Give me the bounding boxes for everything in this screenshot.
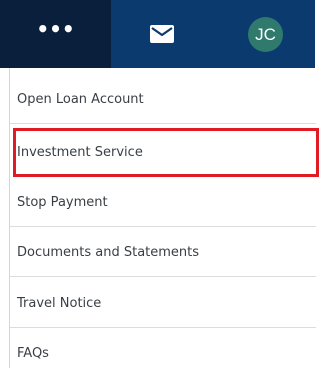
more-menu-dropdown: Open Loan Account Investment Service Sto…	[9, 68, 319, 368]
menu-item-open-loan-account[interactable]: Open Loan Account	[10, 75, 316, 124]
menu-item-stop-payment[interactable]: Stop Payment	[10, 178, 316, 227]
more-dots-icon: •••	[36, 17, 75, 41]
app-screen: ••• JC Open Loan Account Investment Serv…	[0, 0, 319, 368]
menu-item-faqs[interactable]: FAQs	[10, 329, 316, 368]
mail-button[interactable]	[148, 20, 176, 48]
user-avatar[interactable]: JC	[248, 17, 283, 52]
mail-icon	[150, 25, 174, 43]
menu-item-investment-service[interactable]: Investment Service	[13, 128, 319, 177]
menu-item-documents-and-statements[interactable]: Documents and Statements	[10, 228, 316, 277]
more-button[interactable]: •••	[0, 0, 111, 68]
top-navigation-bar: ••• JC	[0, 0, 315, 68]
menu-item-travel-notice[interactable]: Travel Notice	[10, 279, 316, 328]
